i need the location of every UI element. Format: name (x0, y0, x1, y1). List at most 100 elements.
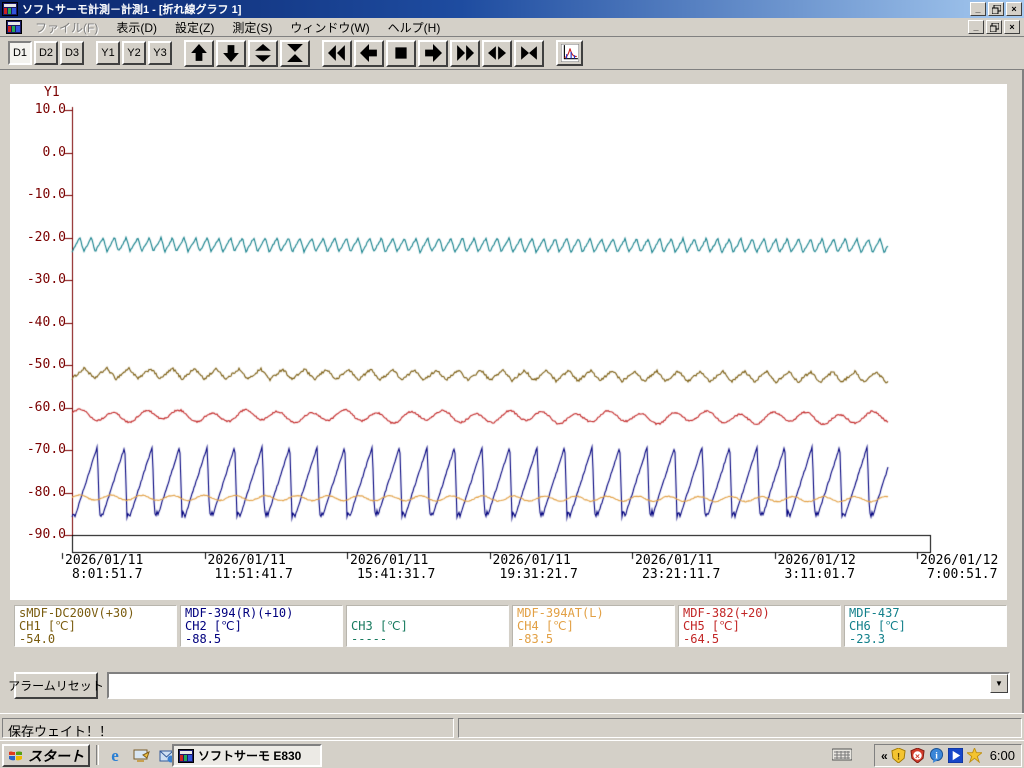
child-minimize-button[interactable]: _ (968, 20, 984, 34)
toolbar-y2-button[interactable]: Y2 (122, 41, 146, 65)
x-tick-label: 2026/01/11 11:51:41.7 (207, 553, 293, 582)
legend-cell-ch6: MDF-437 CH6 [℃] -23.3 (844, 605, 1007, 647)
task-button-softthermo[interactable]: ソフトサーモ E830 (172, 744, 322, 767)
fast-forward-icon (457, 45, 474, 61)
ch5-value: -64.5 (683, 632, 720, 646)
toolbar-y1-button[interactable]: Y1 (96, 41, 120, 65)
x-tick-label: 2026/01/12 3:11:01.7 (777, 553, 856, 582)
legend-cell-ch4: MDF-394AT(L) CH4 [℃] -83.5 (512, 605, 675, 647)
minimize-button[interactable]: _ (970, 2, 986, 16)
expand-vertical-button[interactable] (248, 39, 278, 67)
toolbar-d3-button[interactable]: D3 (60, 41, 84, 65)
expand-horizontal-button[interactable] (482, 39, 512, 67)
compress-horizontal-button[interactable] (514, 39, 544, 67)
arrow-left-icon (360, 44, 377, 62)
ch2-value: -88.5 (185, 632, 222, 646)
menu-settings[interactable]: 設定(Z) (166, 17, 223, 38)
arrow-right-icon (425, 44, 442, 62)
stop-button[interactable] (386, 39, 416, 67)
ie-quicklaunch-icon[interactable]: e (104, 745, 126, 767)
line-graph-panel: Y1 10.0 0.0 -10.0 -20.0 -30.0 -40.0 -50.0 -60.0… (10, 84, 1007, 600)
menu-window[interactable]: ウィンドウ(W) (281, 17, 378, 38)
status-text: 保存ウェイト！！ (8, 724, 113, 738)
start-label: スタート (28, 747, 84, 764)
status-panel-right (458, 718, 1022, 738)
ch6-value: -23.3 (849, 632, 886, 646)
child-close-button[interactable]: × (1004, 20, 1020, 34)
status-message: 保存ウェイト！！ (2, 718, 454, 738)
alarm-message-field[interactable] (107, 672, 1010, 699)
menu-file[interactable]: ファイル(F) (26, 17, 107, 38)
y-tick-label: -60.0 (26, 399, 66, 415)
start-button[interactable]: スタート (2, 744, 90, 767)
y-axis-title: Y1 (44, 85, 60, 100)
x-tick-label: 2026/01/12 7:00:51.7 (920, 553, 999, 582)
show-desktop-icon[interactable] (130, 745, 152, 767)
x-tick-label: 2026/01/11 15:41:31.7 (350, 553, 436, 582)
svg-text:×: × (915, 751, 920, 761)
alarm-message-combobox[interactable]: ▼ (107, 672, 1010, 699)
step-left-button[interactable] (354, 39, 384, 67)
compress-horizontal-icon (521, 46, 537, 60)
y-tick-label: -50.0 (26, 357, 66, 372)
y-tick-label: -20.0 (26, 229, 66, 245)
desktop-icon (133, 749, 150, 762)
step-right-button[interactable] (418, 39, 448, 67)
mdi-child-icon (6, 20, 22, 34)
security-warning-shield-icon[interactable]: ! (891, 748, 907, 764)
legend-cell-ch1: sMDF-DC200V(+30) CH1 [℃] -54.0 (14, 605, 177, 647)
windows-logo-icon (9, 751, 22, 760)
toolbar: D1 D2 D3 Y1 Y2 Y3 (0, 37, 1024, 70)
compress-vertical-button[interactable] (280, 39, 310, 67)
chevron-down-icon: ▼ (995, 679, 1003, 688)
restore-icon (991, 4, 1001, 14)
mdi-client-area: Y1 10.0 0.0 -10.0 -20.0 -30.0 -40.0 -50.0 -60.0… (0, 70, 1024, 713)
task-app-icon (178, 748, 194, 763)
expand-vertical-icon (255, 44, 271, 62)
security-alert-shield-icon[interactable]: × (910, 748, 926, 764)
tray-collapse-chevron[interactable]: « (881, 749, 888, 763)
rewind-icon (328, 45, 345, 61)
stop-icon (395, 47, 407, 59)
arrow-down-icon (223, 45, 239, 62)
ch4-value: -83.5 (517, 632, 554, 646)
svg-text:!: ! (897, 751, 900, 761)
rewind-button[interactable] (322, 39, 352, 67)
y-tick-label: -30.0 (26, 272, 66, 287)
menu-help[interactable]: ヘルプ(H) (379, 17, 450, 38)
y-tick-label: 10.0 (34, 102, 66, 117)
x-tick-label: 2026/01/11 8:01:51.7 (65, 553, 144, 582)
y-tick-label: 0.0 (42, 144, 66, 160)
media-play-icon[interactable] (948, 748, 964, 764)
legend-cell-ch3: CH3 [℃] ----- (346, 605, 509, 647)
ime-keyboard-icon[interactable] (831, 747, 853, 766)
graph-settings-button[interactable] (556, 40, 583, 66)
legend-cell-ch5: MDF-382(+20) CH5 [℃] -64.5 (678, 605, 841, 647)
menu-view[interactable]: 表示(D) (107, 17, 166, 38)
alarm-reset-button[interactable]: アラームリセット (8, 672, 104, 699)
chart-canvas[interactable] (10, 84, 1007, 600)
compress-vertical-icon (287, 44, 303, 62)
ch3-value: ----- (351, 632, 388, 646)
legend-cell-ch2: MDF-394(R)(+10) CH2 [℃] -88.5 (180, 605, 343, 647)
x-tick-label: 2026/01/11 23:21:11.7 (635, 553, 721, 582)
star-burst-icon[interactable] (967, 748, 983, 764)
ie-icon: e (111, 746, 119, 765)
info-balloon-icon[interactable]: i (929, 748, 945, 764)
toolbar-d1-button[interactable]: D1 (8, 41, 32, 65)
scroll-down-button[interactable] (216, 39, 246, 67)
task-label: ソフトサーモ E830 (198, 749, 302, 763)
ch1-value: -54.0 (19, 632, 56, 646)
scroll-up-button[interactable] (184, 39, 214, 67)
expand-horizontal-icon (488, 46, 506, 60)
toolbar-d2-button[interactable]: D2 (34, 41, 58, 65)
menu-measure[interactable]: 測定(S) (223, 17, 281, 38)
combo-dropdown-button[interactable]: ▼ (990, 674, 1008, 693)
arrow-up-icon (191, 44, 207, 61)
clock: 6:00 (989, 748, 1015, 763)
restore-button[interactable] (988, 2, 1004, 16)
close-button[interactable]: × (1006, 2, 1022, 16)
toolbar-y3-button[interactable]: Y3 (148, 41, 172, 65)
child-restore-button[interactable] (986, 20, 1002, 34)
fast-forward-button[interactable] (450, 39, 480, 67)
